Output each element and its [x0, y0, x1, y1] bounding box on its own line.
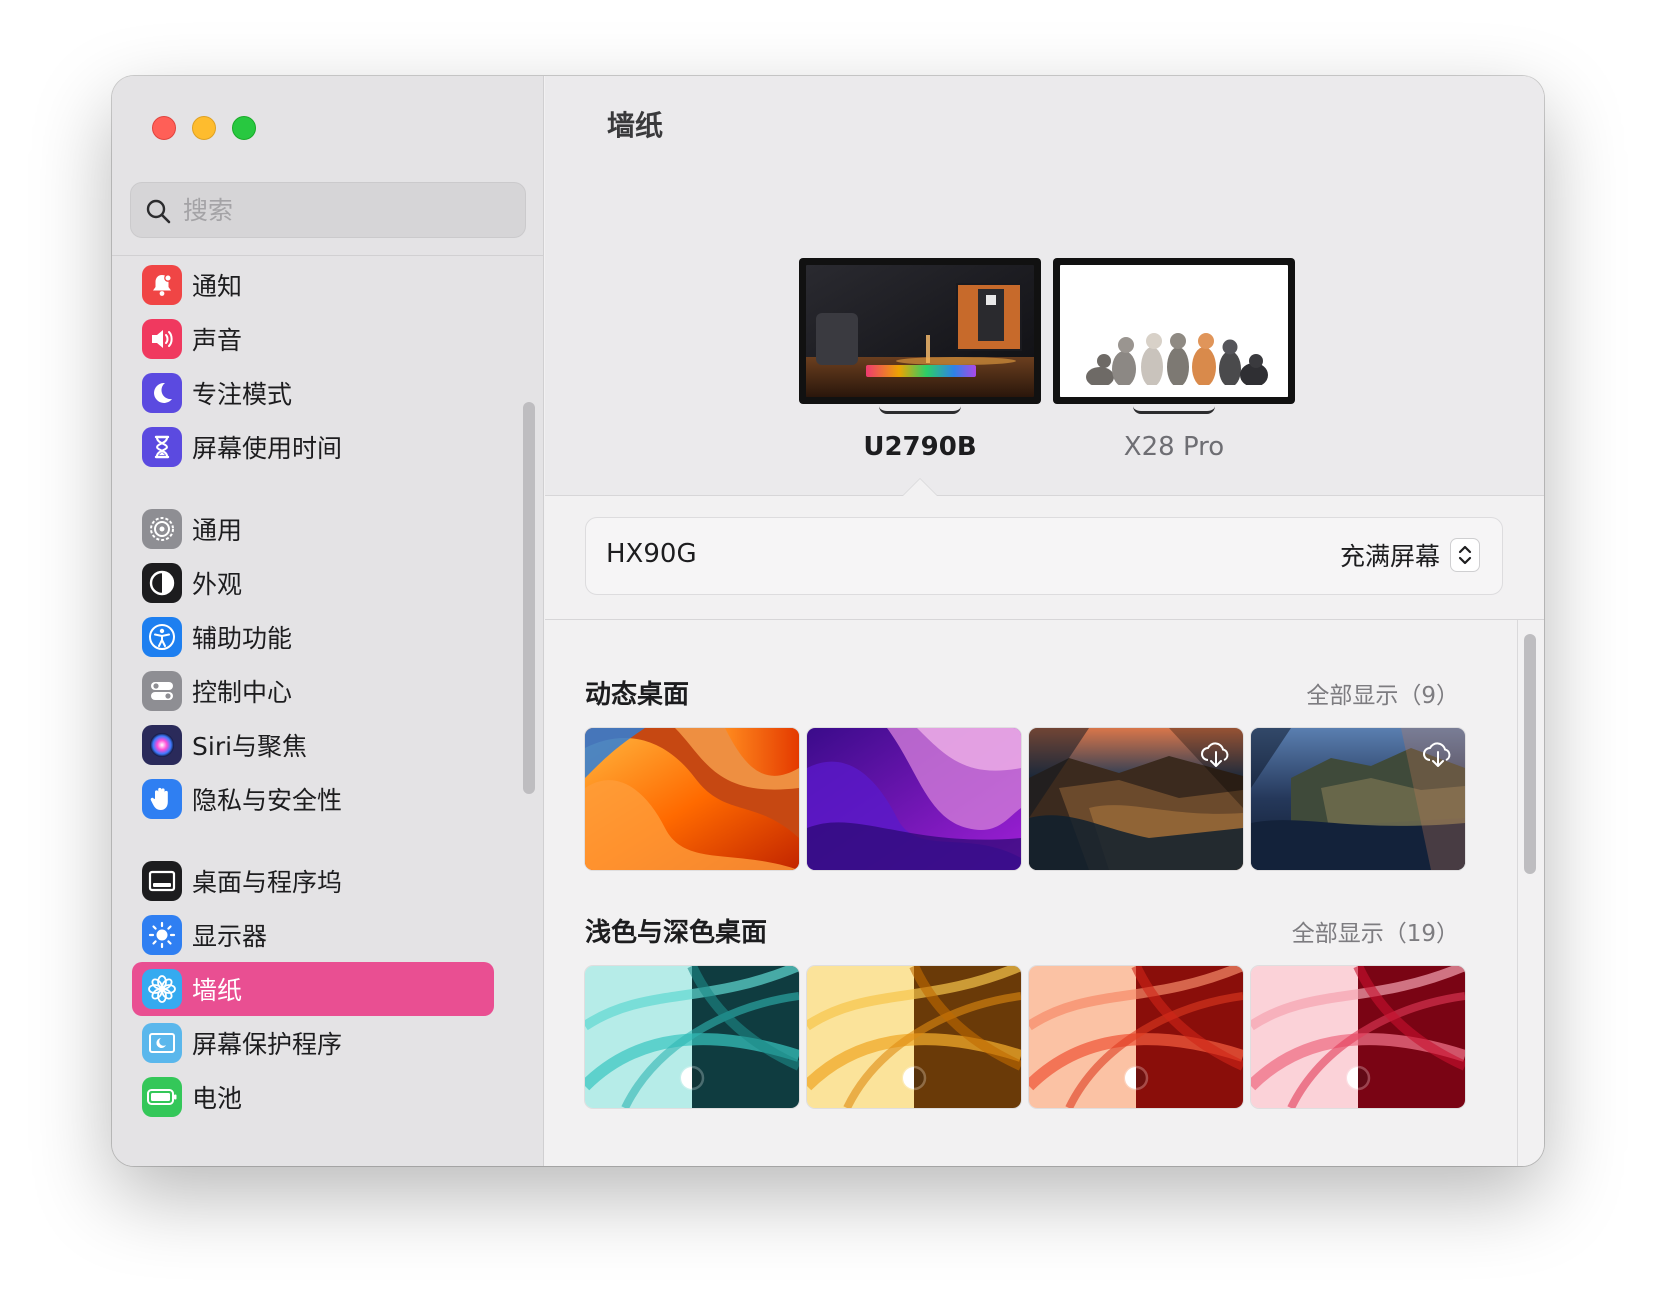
minimize-button[interactable] — [192, 116, 216, 140]
sidebar-item-appearance[interactable]: 外观 — [132, 556, 494, 610]
hourglass-icon — [142, 427, 182, 467]
wallpaper-thumbnail-imac-orange[interactable] — [1029, 966, 1243, 1108]
sidebar-item-label: 声音 — [192, 326, 243, 355]
wallpaper-list: 动态桌面 全部显示（9） 浅色与深色桌面 全部显示（19） — [545, 620, 1544, 1166]
main-panel: 墙纸 U2790B X28 Pro HX90G 充满屏幕 动态桌面 全部显示（9… — [545, 76, 1544, 1166]
sidebar-item-label: 墙纸 — [192, 976, 243, 1005]
close-button[interactable] — [152, 116, 176, 140]
sidebar-item-privacy[interactable]: 隐私与安全性 — [132, 772, 494, 826]
sidebar-item-screen-saver[interactable]: 屏幕保护程序 — [132, 1016, 494, 1070]
sidebar-item-general[interactable]: 通用 — [132, 502, 494, 556]
sidebar-scrollbar[interactable] — [523, 402, 535, 794]
display-preview-image — [806, 265, 1034, 397]
sidebar-item-label: 控制中心 — [192, 678, 293, 707]
zoom-button[interactable] — [232, 116, 256, 140]
sidebar-item-label: 专注模式 — [192, 380, 293, 409]
scrollbar-track — [1517, 620, 1518, 1166]
appearance-icon — [142, 563, 182, 603]
brightness-icon — [142, 915, 182, 955]
monitor-stand — [879, 406, 961, 414]
wallpaper-list-scrollbar[interactable] — [1524, 634, 1536, 874]
sidebar-item-sound[interactable]: 声音 — [132, 312, 494, 366]
gear-icon — [142, 509, 182, 549]
sidebar-item-label: 外观 — [192, 570, 243, 599]
cloud-download-icon[interactable] — [1421, 740, 1455, 770]
display-picker: 墙纸 U2790B X28 Pro — [545, 76, 1544, 496]
sidebar-item-label: 隐私与安全性 — [192, 786, 343, 815]
cloud-download-icon[interactable] — [1199, 740, 1233, 770]
current-wallpaper-name: HX90G — [606, 539, 697, 569]
section-title-dynamic: 动态桌面 — [585, 680, 690, 710]
sidebar-item-wallpaper[interactable]: 墙纸 — [132, 962, 494, 1016]
section-title-light-dark: 浅色与深色桌面 — [585, 918, 768, 948]
monitor-stand — [1133, 406, 1215, 414]
bell-icon — [142, 265, 182, 305]
wallpaper-thumbnail-big-sur[interactable] — [1029, 728, 1243, 870]
show-all-dynamic-link[interactable]: 全部显示（9） — [1306, 676, 1459, 710]
display-thumbnail-u2790b[interactable] — [799, 258, 1041, 414]
screensaver-icon — [142, 1023, 182, 1063]
search-field[interactable] — [130, 182, 526, 238]
display-name-primary: U2790B — [863, 432, 977, 462]
siri-icon — [142, 725, 182, 765]
sidebar-item-label: 电池 — [192, 1084, 243, 1113]
battery-icon — [142, 1077, 182, 1117]
sidebar-item-screen-time[interactable]: 屏幕使用时间 — [132, 420, 494, 474]
sidebar-item-label: 屏幕使用时间 — [192, 434, 343, 463]
wallpaper-thumbnail-catalina[interactable] — [1251, 728, 1465, 870]
dock-icon — [142, 861, 182, 901]
settings-window: 通知 声音 专注模式 屏幕使用时间 通用 — [112, 76, 1544, 1166]
wallpaper-thumbnail-imac-pink[interactable] — [1251, 966, 1465, 1108]
sidebar-item-label: 显示器 — [192, 922, 268, 951]
display-name-secondary: X28 Pro — [1123, 432, 1225, 462]
sidebar-item-desktop-dock[interactable]: 桌面与程序坞 — [132, 854, 494, 908]
sidebar-item-label: 屏幕保护程序 — [192, 1030, 343, 1059]
page-title: 墙纸 — [607, 109, 664, 142]
search-input[interactable] — [183, 191, 513, 229]
moon-icon — [142, 373, 182, 413]
sidebar-item-displays[interactable]: 显示器 — [132, 908, 494, 962]
search-icon — [146, 199, 171, 224]
sidebar-item-notifications[interactable]: 通知 — [132, 258, 494, 312]
flower-icon — [142, 969, 182, 1009]
selected-display-pointer — [902, 478, 938, 496]
sidebar-item-control-center[interactable]: 控制中心 — [132, 664, 494, 718]
hand-icon — [142, 779, 182, 819]
sidebar-item-label: 通知 — [192, 272, 243, 301]
wallpaper-thumbnail-imac-teal[interactable] — [585, 966, 799, 1108]
speaker-icon — [142, 319, 182, 359]
sidebar-item-label: Siri与聚焦 — [192, 732, 308, 761]
sidebar-item-label: 通用 — [192, 516, 243, 545]
current-wallpaper-row: HX90G 充满屏幕 — [585, 517, 1503, 595]
wallpaper-thumbnail-monterey[interactable] — [807, 728, 1021, 870]
display-thumbnail-x28pro[interactable] — [1053, 258, 1295, 414]
display-preview-image — [1060, 265, 1288, 397]
sidebar-item-accessibility[interactable]: 辅助功能 — [132, 610, 494, 664]
sidebar-item-siri[interactable]: Siri与聚焦 — [132, 718, 494, 772]
sidebar-item-label: 桌面与程序坞 — [192, 868, 343, 897]
sidebar-item-focus[interactable]: 专注模式 — [132, 366, 494, 420]
wallpaper-thumbnail-imac-yellow[interactable] — [807, 966, 1021, 1108]
sidebar: 通知 声音 专注模式 屏幕使用时间 通用 — [112, 76, 544, 1166]
toggles-icon — [142, 671, 182, 711]
fit-mode-popup[interactable]: 充满屏幕 — [1340, 537, 1480, 573]
accessibility-icon — [142, 617, 182, 657]
chevron-updown-icon[interactable] — [1450, 538, 1480, 572]
show-all-light-dark-link[interactable]: 全部显示（19） — [1292, 914, 1459, 948]
fit-mode-label: 充满屏幕 — [1339, 542, 1440, 571]
sidebar-item-label: 辅助功能 — [192, 624, 293, 653]
window-controls — [152, 116, 256, 140]
sidebar-divider — [112, 255, 544, 256]
wallpaper-thumbnail-ventura[interactable] — [585, 728, 799, 870]
sidebar-item-battery[interactable]: 电池 — [132, 1070, 494, 1124]
